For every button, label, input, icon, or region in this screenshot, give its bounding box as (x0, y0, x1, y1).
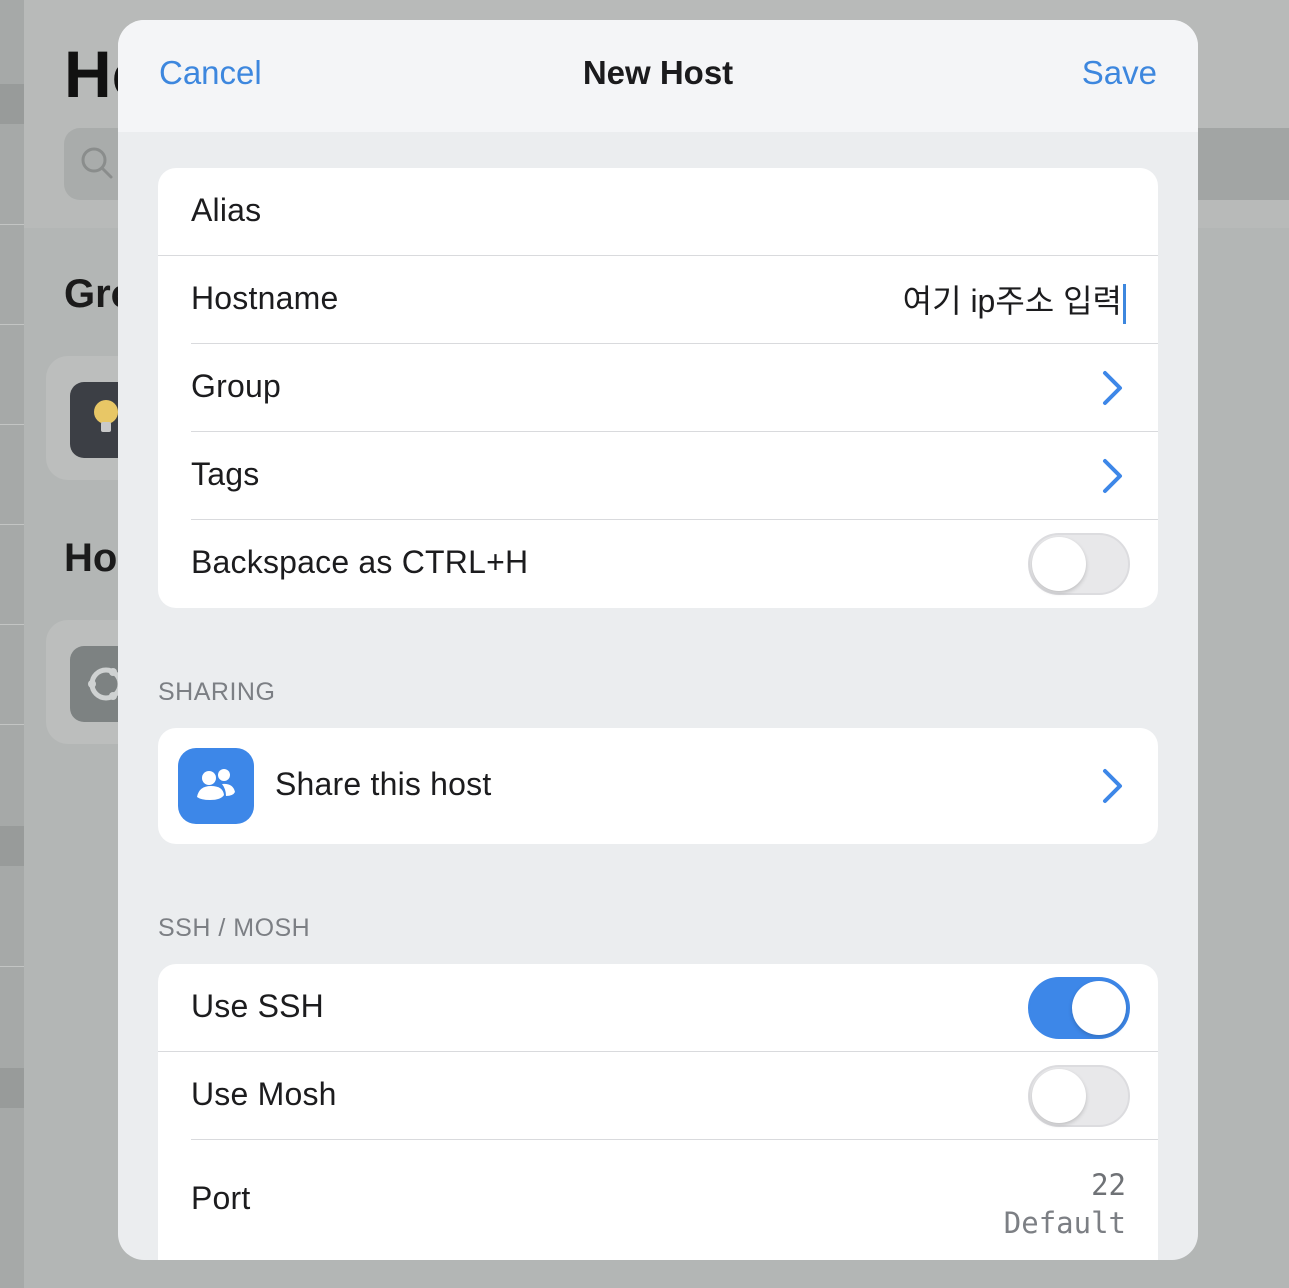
text-cursor (1123, 283, 1126, 324)
alias-row[interactable]: Alias (158, 168, 1158, 256)
hostname-input[interactable]: 여기 ip주소 입력 (903, 276, 1126, 324)
backspace-toggle[interactable] (1028, 533, 1130, 595)
ssh-mosh-section-header: SSH / MOSH (158, 914, 311, 942)
share-host-label: Share this host (275, 766, 492, 802)
use-mosh-row: Use Mosh (158, 1052, 1158, 1140)
use-ssh-label: Use SSH (191, 988, 324, 1024)
chevron-right-icon (1103, 769, 1122, 803)
background-groups-header: Groups (64, 272, 118, 316)
hostname-label: Hostname (191, 280, 339, 316)
port-label: Port (191, 1180, 251, 1216)
port-field[interactable]: 22 Default (1004, 1168, 1126, 1240)
port-value: 22 (1091, 1168, 1126, 1202)
chevron-right-icon (1103, 459, 1122, 493)
use-mosh-toggle[interactable] (1028, 1065, 1130, 1127)
tags-label: Tags (191, 456, 260, 492)
background-hosts-header: Hosts (64, 536, 118, 580)
share-host-row[interactable]: Share this host (158, 728, 1158, 844)
people-icon (178, 748, 254, 824)
modal-title: New Host (582, 54, 734, 91)
navigation-bar: Cancel New Host Save (118, 20, 1198, 132)
group-label: Group (191, 368, 281, 404)
use-ssh-row: Use SSH (158, 964, 1158, 1052)
toggle-knob (1032, 537, 1086, 591)
chevron-right-icon (1103, 371, 1122, 405)
ssh-mosh-group: Use SSH Use Mosh Port 22 Default (158, 964, 1158, 1260)
hostname-value: 여기 ip주소 입력 (902, 283, 1122, 319)
use-ssh-toggle[interactable] (1028, 977, 1130, 1039)
background-page-title: Hosts (64, 37, 118, 111)
hostname-row[interactable]: Hostname 여기 ip주소 입력 (158, 256, 1158, 344)
background-search-field-edge (1198, 128, 1289, 200)
host-settings-group: Alias Hostname 여기 ip주소 입력 Group Tags Bac… (158, 168, 1158, 608)
background-left-strip (0, 0, 24, 1288)
backspace-label: Backspace as CTRL+H (191, 544, 529, 580)
toggle-knob (1032, 1069, 1086, 1123)
port-placeholder: Default (1003, 1206, 1126, 1240)
group-row[interactable]: Group (158, 344, 1158, 432)
use-mosh-label: Use Mosh (191, 1076, 337, 1112)
tags-row[interactable]: Tags (158, 432, 1158, 520)
new-host-modal: Cancel New Host Save Alias Hostname 여기 i… (118, 20, 1198, 1260)
search-icon (81, 147, 113, 179)
port-row[interactable]: Port 22 Default (158, 1140, 1158, 1260)
toggle-knob (1072, 981, 1126, 1035)
backspace-row: Backspace as CTRL+H (158, 520, 1158, 608)
sharing-section-header: SHARING (158, 678, 276, 706)
sharing-group: Share this host (158, 728, 1158, 844)
alias-label: Alias (191, 192, 262, 228)
save-button[interactable]: Save (1082, 54, 1157, 92)
